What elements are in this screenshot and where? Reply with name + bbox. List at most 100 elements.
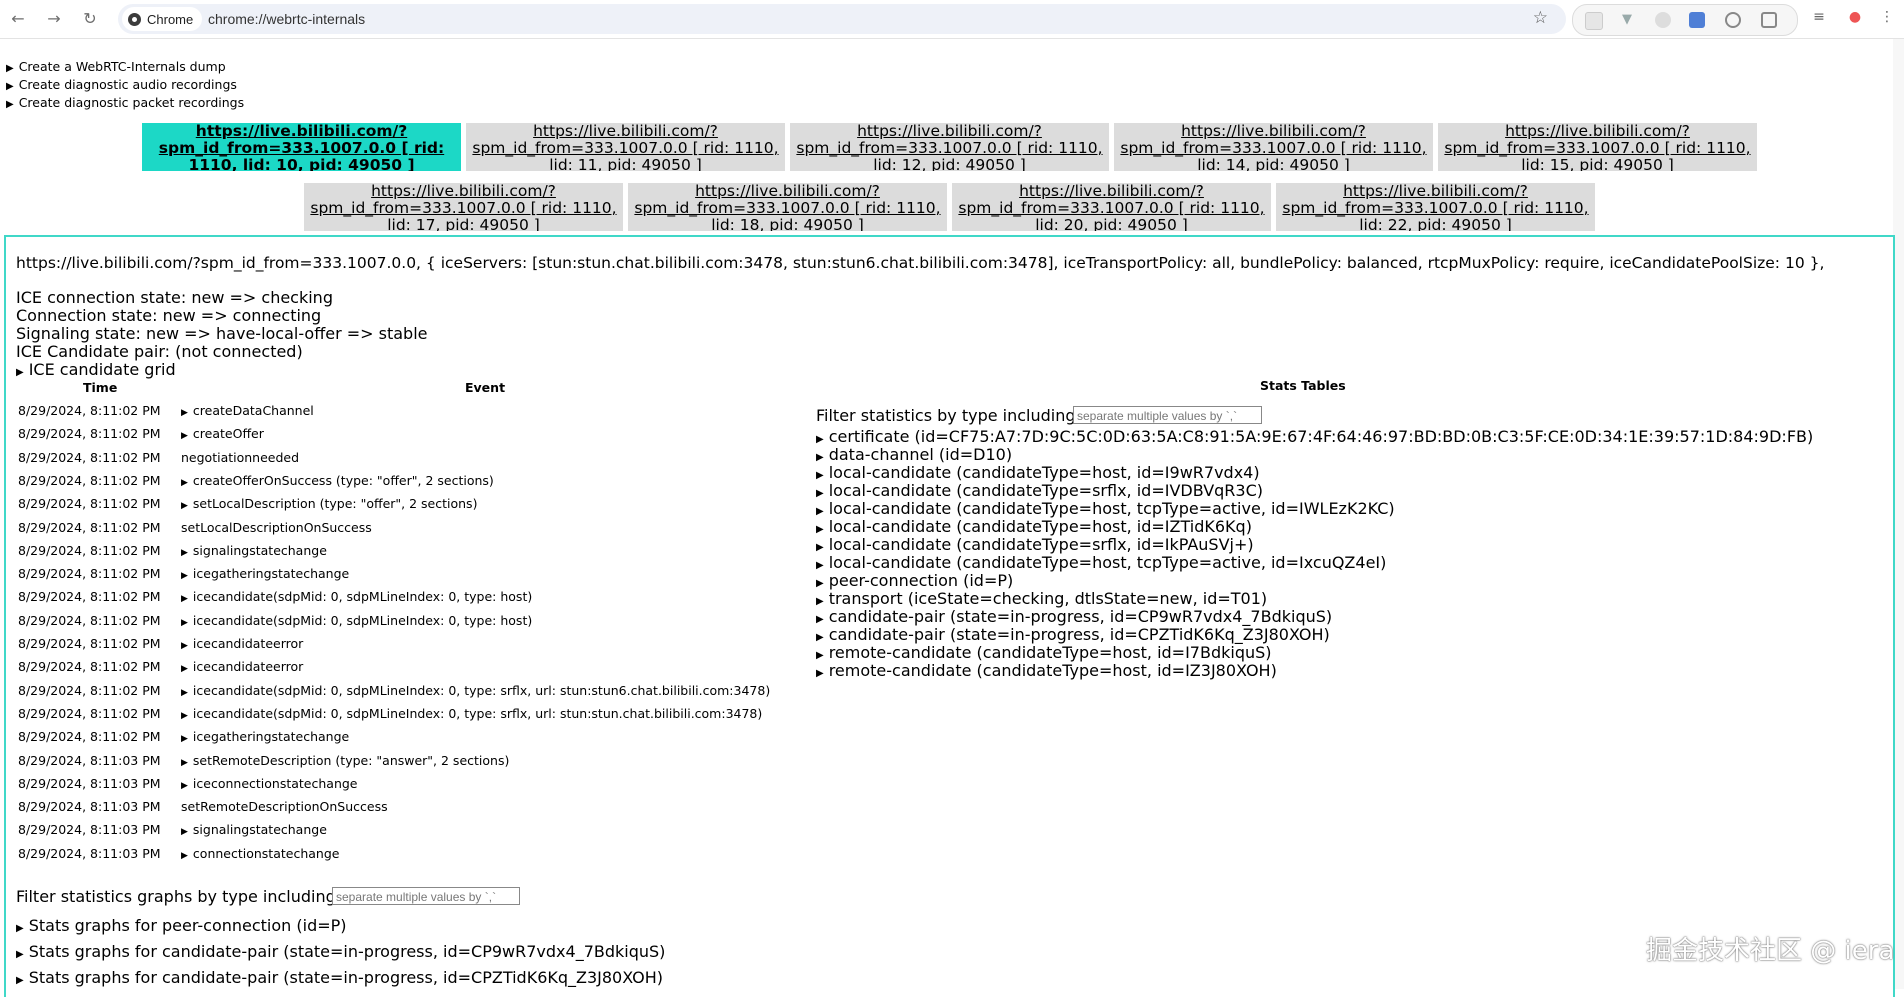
expand-triangle-icon: ▶: [181, 408, 188, 418]
expand-triangle-icon: ▶: [816, 452, 824, 463]
expand-triangle-icon: ▶: [816, 434, 824, 445]
expand-triangle-icon: ▶: [181, 477, 188, 488]
event-table-event-header: Event: [465, 380, 506, 395]
event-row-label: icecandidateerror: [192, 636, 304, 651]
stats-table-summary[interactable]: ▶ transport (iceState=checking, dtlsState…: [816, 589, 1267, 608]
stats-table-summary[interactable]: ▶ local-candidate (candidateType=host, id…: [816, 463, 1260, 482]
stats-table-summary[interactable]: ▶ data-channel (id=D10): [816, 445, 1012, 464]
graph-summary-peer-connection[interactable]: ▶ Stats graphs for peer-connection (id=P): [16, 916, 347, 935]
tab-peer-connection-22[interactable]: https://live.bilibili.com/? spm_id_from=3…: [1276, 183, 1595, 231]
expand-triangle-icon: ▶: [181, 687, 188, 698]
event-row[interactable]: ▶ signalingstatechange: [181, 822, 327, 837]
event-row[interactable]: ▶ createOfferOnSuccess (type: "offer", 2 …: [181, 473, 494, 488]
stats-table-summary[interactable]: ▶ remote-candidate (candidateType=host, i…: [816, 661, 1277, 680]
event-row-label: icegatheringstatechange: [192, 566, 350, 582]
event-row[interactable]: ▶ createDataChannel: [181, 403, 314, 418]
event-row[interactable]: ▶ connectionstatechange: [181, 846, 339, 861]
event-row[interactable]: ▶ setRemoteDescription (type: "answer", 2…: [181, 753, 509, 768]
stats-tables-header: Stats Tables: [1260, 378, 1346, 393]
address-bar[interactable]: Chrome chrome://webrtc-internals ☆: [118, 4, 1566, 34]
ice-candidate-grid-summary[interactable]: ▶ ICE candidate grid: [16, 360, 176, 379]
profile-icon[interactable]: ●: [1846, 9, 1864, 27]
menu-kebab-icon[interactable]: ⋮: [1878, 9, 1896, 27]
event-row-time: 8/29/2024, 8:11:02 PM: [18, 659, 161, 675]
stats-table-summary[interactable]: ▶ local-candidate (candidateType=host, tc…: [816, 499, 1395, 518]
event-row: negotiationneeded: [181, 450, 299, 465]
stats-table-label: transport (iceState=checking, dtlsState=…: [828, 589, 1268, 608]
expand-triangle-icon: ▶: [181, 827, 188, 838]
event-row[interactable]: ▶ icecandidateerror: [181, 659, 303, 674]
expand-triangle-icon: ▶: [816, 668, 824, 679]
tab-peer-connection-10[interactable]: https://live.bilibili.com/? spm_id_from=3…: [142, 123, 461, 171]
event-row-time: 8/29/2024, 8:11:02 PM: [18, 589, 161, 605]
extension-v-icon[interactable]: ▼: [1619, 12, 1635, 28]
bookmark-star-icon[interactable]: ☆: [1533, 8, 1548, 28]
dump-summary[interactable]: ▶ Create a WebRTC-Internals dump: [6, 59, 226, 74]
event-row[interactable]: ▶ icecandidate(sdpMid: 0, sdpMLineIndex: …: [181, 706, 762, 721]
tab-peer-connection-12[interactable]: https://live.bilibili.com/? spm_id_from=3…: [790, 123, 1109, 171]
packet-recordings-summary[interactable]: ▶ Create diagnostic packet recordings: [6, 95, 244, 110]
event-row-time: 8/29/2024, 8:11:02 PM: [18, 472, 161, 488]
stats-table-summary[interactable]: ▶ remote-candidate (candidateType=host, i…: [816, 643, 1272, 662]
event-row-label: icegatheringstatechange: [192, 729, 350, 745]
graphs-filter-input[interactable]: separate multiple values by `,`: [332, 887, 520, 905]
event-row[interactable]: ▶ signalingstatechange: [181, 543, 327, 558]
tab-peer-connection-15[interactable]: https://live.bilibili.com/? spm_id_from=3…: [1438, 123, 1757, 171]
connection-state: Connection state: new => connecting: [16, 306, 322, 325]
event-row-time: 8/29/2024, 8:11:02 PM: [18, 636, 161, 651]
stats-table-label: candidate-pair (state=in-progress, id=CP…: [828, 625, 1330, 644]
event-row-label: signalingstatechange: [192, 542, 327, 558]
stats-table-summary[interactable]: ▶ certificate (id=CF75:A7:7D:9C:5C:0D:63:…: [816, 427, 1813, 446]
event-row-label: setRemoteDescription (type: "answer", 2 …: [192, 752, 510, 768]
expand-triangle-icon: ▶: [816, 632, 824, 643]
stats-table-summary[interactable]: ▶ local-candidate (candidateType=host, tc…: [816, 553, 1386, 572]
url-text[interactable]: chrome://webrtc-internals: [208, 11, 365, 27]
event-table-time-header: Time: [83, 380, 118, 395]
stats-table-label: local-candidate (candidateType=srflx, id…: [828, 535, 1254, 554]
tab-peer-connection-18[interactable]: https://live.bilibili.com/? spm_id_from=3…: [628, 183, 947, 231]
extension-globe-icon[interactable]: [1725, 12, 1741, 28]
stats-table-summary[interactable]: ▶ candidate-pair (state=in-progress, id=C…: [816, 625, 1330, 644]
expand-triangle-icon: ▶: [816, 560, 824, 571]
tab-peer-connection-14[interactable]: https://live.bilibili.com/? spm_id_from=3…: [1114, 123, 1433, 171]
forward-arrow-icon[interactable]: →: [44, 9, 64, 29]
reload-icon[interactable]: ↻: [80, 9, 100, 29]
event-row-label: icecandidate(sdpMid: 0, sdpMLineIndex: 0…: [192, 589, 533, 605]
event-row[interactable]: ▶ icecandidateerror: [181, 636, 303, 651]
tab-peer-connection-20[interactable]: https://live.bilibili.com/? spm_id_from=3…: [952, 183, 1271, 231]
stats-filter-label: Filter statistics by type including: [816, 406, 1076, 425]
event-row[interactable]: ▶ icegatheringstatechange: [181, 566, 349, 581]
stats-table-summary[interactable]: ▶ local-candidate (candidateType=host, id…: [816, 517, 1252, 536]
site-info-chip[interactable]: Chrome: [122, 7, 203, 31]
extension-translate-icon[interactable]: [1689, 12, 1705, 28]
back-arrow-icon[interactable]: ←: [8, 9, 28, 29]
event-row-time: 8/29/2024, 8:11:02 PM: [18, 542, 161, 558]
stats-table-label: local-candidate (candidateType=host, id=…: [828, 463, 1260, 482]
event-row[interactable]: ▶ icegatheringstatechange: [181, 729, 349, 744]
graph-summary-candidate-pair-2[interactable]: ▶ Stats graphs for candidate-pair (state=…: [16, 968, 663, 987]
event-row[interactable]: ▶ icecandidate(sdpMid: 0, sdpMLineIndex: …: [181, 683, 770, 698]
event-row[interactable]: ▶ setLocalDescription (type: "offer", 2 s…: [181, 496, 477, 511]
extension-puzzle-icon[interactable]: [1761, 12, 1777, 28]
stats-table-label: local-candidate (candidateType=host, id=…: [828, 517, 1252, 536]
extension-circle-icon[interactable]: [1655, 12, 1671, 28]
event-row[interactable]: ▶ icecandidate(sdpMid: 0, sdpMLineIndex: …: [181, 613, 532, 628]
audio-recordings-summary[interactable]: ▶ Create diagnostic audio recordings: [6, 77, 237, 92]
tab-peer-connection-17[interactable]: https://live.bilibili.com/? spm_id_from=3…: [304, 183, 623, 231]
stats-table-summary[interactable]: ▶ local-candidate (candidateType=srflx, i…: [816, 481, 1263, 500]
event-row-label: iceconnectionstatechange: [192, 775, 358, 791]
event-row-time: 8/29/2024, 8:11:03 PM: [18, 799, 161, 815]
expand-triangle-icon: ▶: [181, 850, 188, 861]
stats-table-summary[interactable]: ▶ candidate-pair (state=in-progress, id=C…: [816, 607, 1332, 626]
reading-list-icon[interactable]: ≡: [1810, 9, 1828, 27]
event-row-label: setRemoteDescriptionOnSuccess: [181, 799, 388, 815]
tab-peer-connection-11[interactable]: https://live.bilibili.com/? spm_id_from=3…: [466, 123, 785, 171]
stats-table-summary[interactable]: ▶ local-candidate (candidateType=srflx, i…: [816, 535, 1254, 554]
stats-table-summary[interactable]: ▶ peer-connection (id=P): [816, 571, 1013, 590]
event-row[interactable]: ▶ createOffer: [181, 426, 264, 441]
extension-page-icon[interactable]: [1585, 12, 1603, 30]
graph-summary-candidate-pair-1[interactable]: ▶ Stats graphs for candidate-pair (state=…: [16, 942, 665, 961]
event-row[interactable]: ▶ icecandidate(sdpMid: 0, sdpMLineIndex: …: [181, 589, 532, 604]
event-row[interactable]: ▶ iceconnectionstatechange: [181, 776, 358, 791]
stats-filter-input[interactable]: separate multiple values by `,`: [1073, 406, 1262, 424]
